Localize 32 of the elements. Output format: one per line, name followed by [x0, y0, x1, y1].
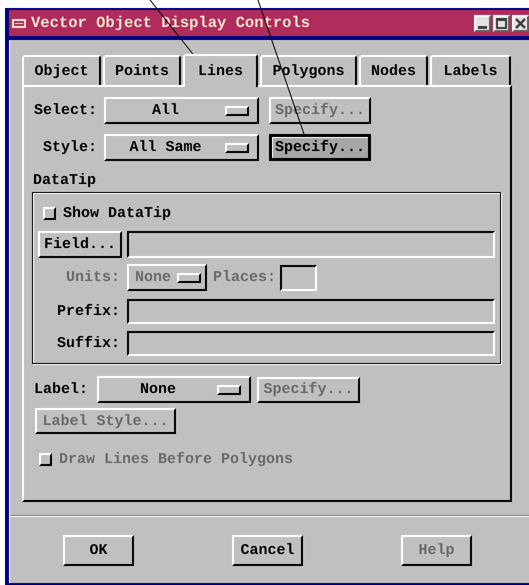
- dropdown-indicator-icon: [217, 384, 241, 394]
- field-label: Places:: [213, 269, 276, 286]
- section-title: DataTip: [32, 172, 98, 189]
- button[interactable]: Cancel: [232, 535, 303, 566]
- text-field[interactable]: [127, 299, 495, 324]
- dropdown-indicator-icon: [225, 106, 249, 116]
- text-field[interactable]: [127, 231, 495, 258]
- dropdown-indicator-icon: [225, 142, 249, 152]
- tab[interactable]: Nodes: [359, 55, 428, 85]
- button[interactable]: OK: [63, 535, 134, 566]
- field-label: Select:: [34, 102, 97, 119]
- button[interactable]: Specify...: [269, 134, 371, 161]
- tab[interactable]: Labels: [430, 55, 511, 85]
- button[interactable]: Field...: [38, 231, 122, 258]
- text-field[interactable]: [127, 331, 495, 356]
- dropdown[interactable]: All: [104, 97, 259, 124]
- tab[interactable]: Object: [22, 55, 101, 85]
- checkbox[interactable]: Show DataTip: [43, 205, 172, 222]
- tab[interactable]: Lines: [183, 54, 258, 87]
- dropdown-indicator-icon: [177, 272, 202, 282]
- dropdown[interactable]: All Same: [104, 134, 259, 161]
- field-label: Suffix:: [56, 335, 120, 352]
- field-label: Style:: [42, 139, 97, 156]
- field-label: Units:: [64, 269, 120, 286]
- dropdown[interactable]: None: [97, 376, 251, 403]
- field-label: Prefix:: [56, 303, 120, 320]
- window-menu-icon[interactable]: [12, 18, 26, 28]
- field-label: Label:: [34, 381, 90, 398]
- close-icon[interactable]: [512, 14, 529, 32]
- maximize-icon[interactable]: [493, 14, 510, 32]
- tab[interactable]: Points: [103, 55, 181, 85]
- minimize-icon[interactable]: [474, 14, 491, 32]
